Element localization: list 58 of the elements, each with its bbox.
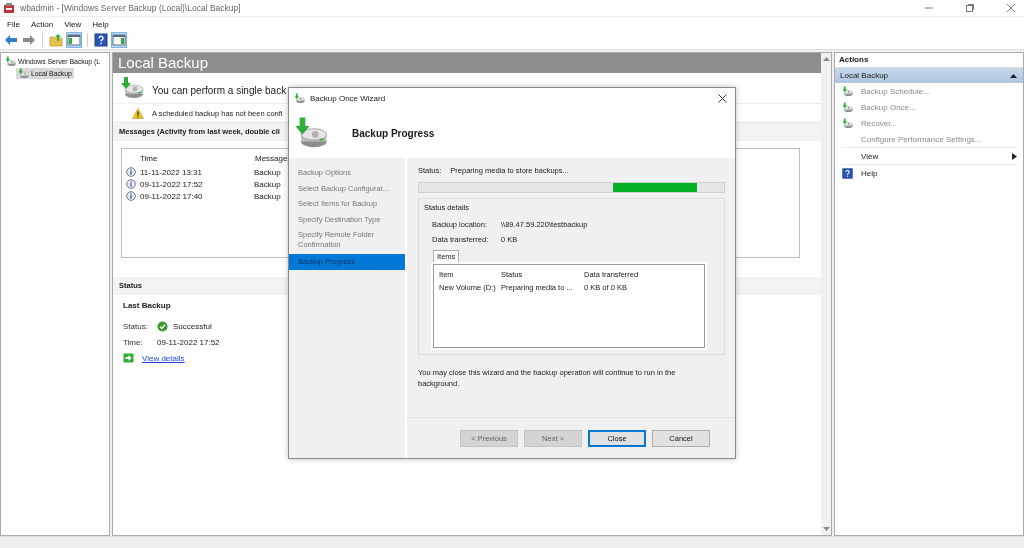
scroll-down-icon bbox=[822, 527, 830, 532]
info-icon bbox=[126, 167, 136, 177]
table-cell-text: 09-11-2022 17:40 bbox=[140, 191, 204, 201]
dialog-title: Backup Once Wizard bbox=[310, 93, 386, 103]
back-arrow-icon bbox=[4, 33, 18, 47]
pane-command[interactable]: View bbox=[835, 148, 1023, 164]
folder-icon bbox=[49, 33, 63, 47]
table-cell-text: 11-11-2022 13:31 bbox=[140, 167, 203, 177]
arrow-icon bbox=[123, 353, 134, 363]
backup-icon bbox=[294, 92, 305, 104]
table-cell: Backup bbox=[254, 179, 281, 189]
backup-icon bbox=[842, 101, 853, 113]
dialog-heading: Backup Progress bbox=[352, 127, 435, 139]
field-label: Time: bbox=[123, 337, 144, 347]
backup-icon bbox=[294, 116, 328, 150]
help-button[interactable] bbox=[93, 32, 109, 48]
submenu-arrow-icon bbox=[1012, 152, 1017, 160]
info-icon bbox=[126, 179, 136, 189]
scroll-up-icon bbox=[822, 56, 830, 61]
page-title: Local Backup bbox=[113, 53, 821, 73]
warning-icon bbox=[132, 107, 144, 119]
forward-arrow-button[interactable] bbox=[21, 32, 37, 48]
check-icon bbox=[157, 320, 168, 332]
view-details-link[interactable]: View details bbox=[142, 353, 185, 363]
field-label: Status: bbox=[123, 321, 149, 331]
field-value: 09-11-2022 17:52 bbox=[157, 337, 220, 347]
scrollbar[interactable] bbox=[821, 53, 831, 535]
menu-item[interactable]: File bbox=[7, 19, 20, 29]
table-cell: Backup bbox=[254, 167, 281, 177]
pane-icon bbox=[112, 33, 126, 47]
backup-icon bbox=[18, 67, 29, 79]
pane-button[interactable] bbox=[111, 32, 127, 48]
backup-icon bbox=[842, 117, 853, 129]
forward-arrow-icon bbox=[22, 33, 36, 47]
backup-icon bbox=[842, 85, 853, 97]
window-title: wbadmin - [Windows Server Backup (Local)\Local Backup] bbox=[20, 3, 241, 13]
close-icon[interactable] bbox=[718, 93, 727, 103]
menu-item[interactable]: Help bbox=[92, 19, 109, 29]
menu-item[interactable]: View bbox=[64, 19, 82, 29]
intro-text: You can perform a single back bbox=[152, 84, 287, 96]
table-cell-text: 09-11-2022 17:52 bbox=[140, 179, 204, 189]
info-icon bbox=[126, 191, 136, 201]
section-header[interactable]: Local Backup bbox=[835, 68, 1023, 83]
folder-button[interactable] bbox=[48, 32, 64, 48]
pane-button[interactable] bbox=[66, 32, 82, 48]
table-cell: Backup bbox=[254, 191, 281, 201]
column-header[interactable]: Time bbox=[140, 153, 255, 165]
pane-command[interactable]: Help bbox=[835, 165, 1023, 181]
field-value: Successful bbox=[173, 321, 212, 331]
collapse-icon bbox=[1010, 73, 1017, 78]
pane-icon bbox=[67, 33, 81, 47]
backup-icon bbox=[5, 55, 16, 67]
help-icon bbox=[94, 33, 108, 47]
help-icon bbox=[842, 167, 853, 179]
menu-item[interactable]: Action bbox=[30, 19, 54, 29]
subheading: Last Backup bbox=[123, 301, 172, 310]
backup-icon bbox=[120, 76, 144, 100]
maximize-icon[interactable] bbox=[965, 3, 975, 13]
